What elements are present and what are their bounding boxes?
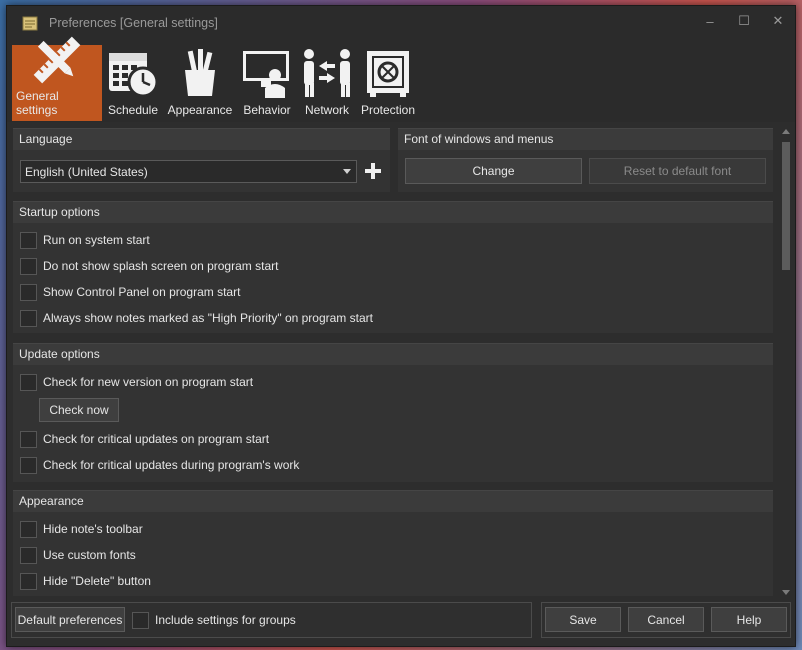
- tab-label: Protection: [360, 103, 416, 117]
- run-on-start-checkbox[interactable]: [20, 231, 37, 249]
- tab-label: Appearance: [167, 103, 233, 117]
- maximize-button[interactable]: ☐: [727, 6, 761, 36]
- high-priority-option[interactable]: Always show notes marked as "High Priori…: [20, 308, 373, 328]
- hide-delete-option[interactable]: Hide "Delete" button: [20, 571, 151, 591]
- default-preferences-button[interactable]: Default preferences: [15, 607, 125, 632]
- close-button[interactable]: ✕: [761, 6, 795, 36]
- tab-label: Behavior: [243, 103, 291, 117]
- pencil-cup-icon: [172, 47, 228, 99]
- tab-behavior[interactable]: Behavior: [236, 45, 298, 121]
- notes-app-icon: [21, 14, 39, 32]
- startup-header: Startup options: [13, 201, 773, 223]
- title-bar: Preferences [General settings] – ☐ ✕: [7, 6, 795, 40]
- window-title: Preferences [General settings]: [49, 16, 218, 30]
- hide-toolbar-checkbox[interactable]: [20, 520, 37, 538]
- critical-during-work-checkbox[interactable]: [20, 456, 37, 474]
- custom-fonts-option[interactable]: Use custom fonts: [20, 545, 136, 565]
- hide-toolbar-option[interactable]: Hide note's toolbar: [20, 519, 143, 539]
- minimize-button[interactable]: –: [693, 6, 727, 36]
- cancel-button[interactable]: Cancel: [628, 607, 704, 632]
- safe-icon: [360, 47, 416, 99]
- check-new-version-checkbox[interactable]: [20, 373, 37, 391]
- high-priority-checkbox[interactable]: [20, 309, 37, 327]
- vertical-scrollbar[interactable]: [779, 126, 793, 598]
- language-header: Language: [13, 128, 390, 150]
- include-groups-checkbox[interactable]: [132, 611, 149, 629]
- font-header: Font of windows and menus: [398, 128, 773, 150]
- run-on-start-option[interactable]: Run on system start: [20, 230, 150, 250]
- pencil-ruler-icon: [29, 35, 85, 85]
- tab-general-settings[interactable]: General settings: [12, 36, 102, 121]
- tab-appearance[interactable]: Appearance: [164, 45, 236, 121]
- calendar-clock-icon: [105, 47, 161, 99]
- check-now-button[interactable]: Check now: [39, 398, 119, 422]
- include-groups-option[interactable]: Include settings for groups: [132, 610, 296, 630]
- show-control-panel-option[interactable]: Show Control Panel on program start: [20, 282, 240, 302]
- preferences-window: Preferences [General settings] – ☐ ✕ Gen…: [6, 5, 796, 647]
- hide-delete-checkbox[interactable]: [20, 572, 37, 590]
- close-icon: ✕: [772, 13, 784, 28]
- tab-label: Network: [304, 103, 349, 117]
- scroll-thumb[interactable]: [782, 142, 790, 270]
- tab-schedule[interactable]: Schedule: [102, 45, 164, 121]
- custom-fonts-checkbox[interactable]: [20, 546, 37, 564]
- help-button[interactable]: Help: [711, 607, 787, 632]
- update-header: Update options: [13, 343, 773, 365]
- tab-label: General settings: [16, 89, 59, 117]
- show-control-panel-checkbox[interactable]: [20, 283, 37, 301]
- save-button[interactable]: Save: [545, 607, 621, 632]
- no-splash-option[interactable]: Do not show splash screen on program sta…: [20, 256, 278, 276]
- tab-protection[interactable]: Protection: [356, 45, 420, 121]
- change-font-button[interactable]: Change: [405, 158, 582, 184]
- minimize-icon: –: [706, 13, 714, 29]
- scroll-up-icon[interactable]: [782, 129, 790, 134]
- people-exchange-icon: [299, 47, 355, 99]
- settings-content: Language English (United States) Font of…: [10, 126, 774, 596]
- reset-font-button[interactable]: Reset to default font: [589, 158, 766, 184]
- language-select[interactable]: English (United States): [20, 160, 357, 183]
- monitor-person-icon: [239, 47, 295, 99]
- critical-on-start-option[interactable]: Check for critical updates on program st…: [20, 429, 269, 449]
- add-language-icon[interactable]: [364, 162, 382, 180]
- appearance-header: Appearance: [13, 490, 773, 512]
- tab-network[interactable]: Network: [298, 45, 356, 121]
- no-splash-checkbox[interactable]: [20, 257, 37, 275]
- chevron-down-icon: [343, 169, 351, 174]
- maximize-icon: ☐: [738, 13, 750, 28]
- critical-on-start-checkbox[interactable]: [20, 430, 37, 448]
- check-new-version-option[interactable]: Check for new version on program start: [20, 372, 253, 392]
- category-toolbar: General settings Schedule Appearance Beh…: [7, 36, 795, 122]
- tab-label: Schedule: [107, 103, 159, 117]
- scroll-down-icon[interactable]: [782, 590, 790, 595]
- critical-during-work-option[interactable]: Check for critical updates during progra…: [20, 455, 299, 475]
